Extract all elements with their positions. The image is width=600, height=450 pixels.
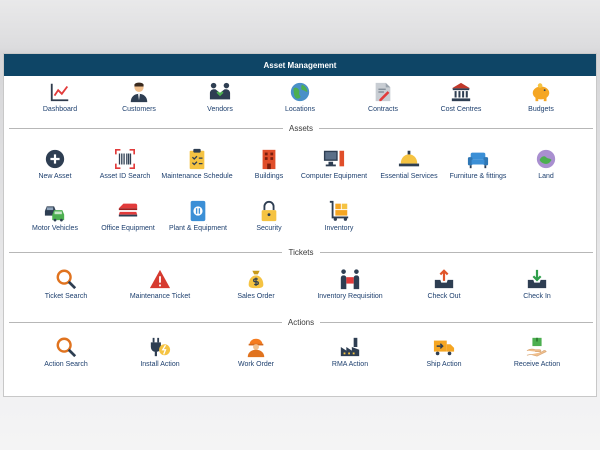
ticket-search[interactable]: Ticket Search: [26, 268, 106, 302]
ticket-inventory-requisition[interactable]: Inventory Requisition: [310, 268, 390, 302]
person-icon: [130, 82, 148, 103]
asset-new-asset[interactable]: New Asset: [15, 148, 95, 182]
contract-icon: [375, 82, 391, 102]
nav-vendors[interactable]: Vendors: [180, 81, 260, 115]
plus-circle-icon: [45, 149, 65, 169]
piggy-bank-icon: [532, 83, 550, 102]
panel-title-bar: Asset Management: [4, 54, 596, 76]
section-assets-label: Assets: [289, 123, 314, 133]
magnifier-icon: [56, 337, 77, 358]
worker-icon: [247, 338, 265, 358]
tray-in-icon: [527, 269, 547, 289]
factory-icon: [340, 337, 360, 357]
nav-budgets[interactable]: Budgets: [501, 81, 581, 115]
nav-contracts[interactable]: Contracts: [343, 81, 423, 115]
truck-icon: [433, 340, 455, 356]
section-tickets: Tickets: [9, 247, 594, 257]
assets-row-2: Motor Vehicles Office Equipment Plant & …: [4, 200, 598, 250]
land-icon: [536, 149, 556, 169]
trolley-icon: [329, 200, 349, 221]
globe-icon: [290, 82, 310, 102]
asset-security[interactable]: Security: [229, 200, 309, 234]
padlock-icon: [261, 200, 277, 222]
nav-cost-centres[interactable]: Cost Centres: [421, 81, 501, 115]
assets-row-1: New Asset Asset ID Search Maintenance Sc…: [4, 148, 598, 198]
bell-icon: [398, 150, 420, 167]
building-icon: [262, 149, 276, 170]
asset-essential-services[interactable]: Essential Services: [369, 148, 449, 182]
computer-icon: [323, 150, 345, 167]
clipboard-icon: [189, 148, 205, 170]
asset-office-equipment[interactable]: Office Equipment: [88, 200, 168, 234]
tray-out-icon: [434, 269, 454, 289]
asset-motor-vehicles[interactable]: Motor Vehicles: [15, 200, 95, 234]
action-search[interactable]: Action Search: [26, 336, 106, 370]
stapler-icon: [118, 203, 138, 217]
panel-title: Asset Management: [263, 60, 337, 70]
action-install[interactable]: Install Action: [120, 336, 200, 370]
ticket-check-out[interactable]: Check Out: [404, 268, 484, 302]
actions-row: Action Search Install Action Work Order: [4, 336, 598, 376]
barcode-icon: [115, 149, 135, 169]
ticket-sales-order[interactable]: Sales Order: [216, 268, 296, 302]
plug-icon: [150, 337, 171, 357]
magnifier-icon: [56, 269, 77, 290]
section-tickets-label: Tickets: [288, 247, 314, 257]
ticket-maintenance[interactable]: Maintenance Ticket: [120, 268, 200, 302]
asset-plant-equipment[interactable]: Plant & Equipment: [158, 200, 238, 234]
line-chart-icon: [50, 83, 69, 102]
asset-inventory[interactable]: Inventory: [299, 200, 379, 234]
section-actions: Actions: [9, 317, 594, 327]
section-assets: Assets: [9, 123, 594, 133]
ticket-check-in[interactable]: Check In: [497, 268, 577, 302]
action-ship[interactable]: Ship Action: [404, 336, 484, 370]
asset-computer-equipment[interactable]: Computer Equipment: [294, 148, 374, 182]
plant-equipment-icon: [190, 200, 206, 222]
nav-dashboard[interactable]: Dashboard: [20, 81, 100, 115]
asset-maintenance-schedule[interactable]: Maintenance Schedule: [157, 148, 237, 182]
money-bag-icon: [248, 270, 264, 289]
section-actions-label: Actions: [287, 317, 315, 327]
handshake-icon: [209, 82, 231, 100]
bank-icon: [451, 82, 471, 102]
asset-id-search[interactable]: Asset ID Search: [85, 148, 165, 182]
action-receive[interactable]: Receive Action: [497, 336, 577, 370]
cars-icon: [44, 206, 65, 222]
asset-management-panel: Asset Management Dashboard Customers Ven…: [3, 53, 597, 397]
people-box-icon: [340, 269, 360, 290]
nav-locations[interactable]: Locations: [260, 81, 340, 115]
top-nav-row: Dashboard Customers Vendors Locations Co…: [4, 81, 598, 121]
action-rma[interactable]: RMA Action: [310, 336, 390, 370]
tickets-row: Ticket Search Maintenance Ticket Sales O…: [4, 268, 598, 318]
sofa-icon: [467, 152, 489, 169]
nav-customers[interactable]: Customers: [99, 81, 179, 115]
asset-land[interactable]: Land: [506, 148, 586, 182]
warning-icon: [149, 269, 171, 289]
receive-box-icon: [526, 337, 547, 357]
action-work-order[interactable]: Work Order: [216, 336, 296, 370]
